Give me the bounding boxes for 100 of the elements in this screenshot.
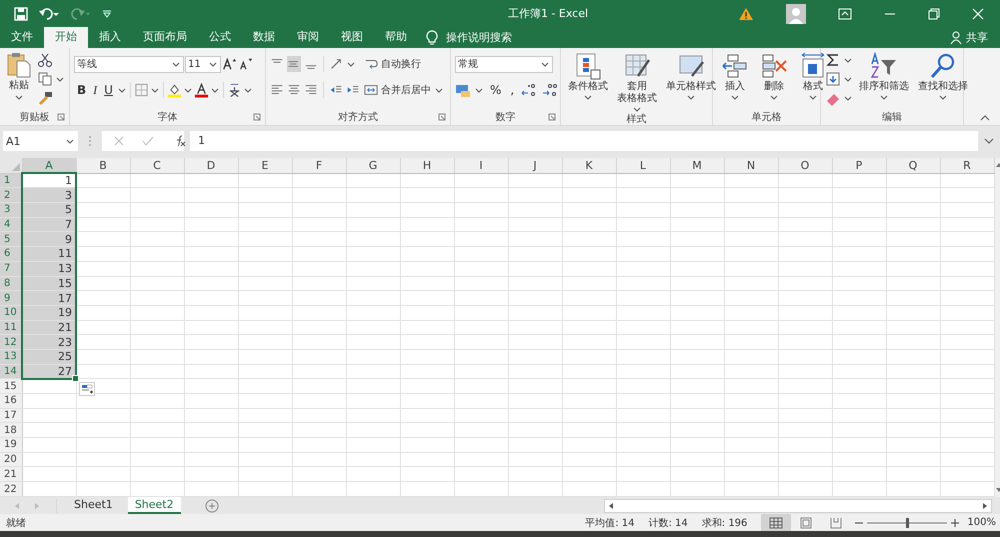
column-header[interactable]: R [940, 158, 994, 174]
name-box[interactable]: A1 [3, 131, 78, 151]
table-cell[interactable]: 19 [22, 305, 76, 320]
undo-icon[interactable] [38, 6, 60, 20]
person-icon[interactable] [950, 30, 962, 44]
ribbon-tab[interactable]: 插入 [88, 27, 132, 48]
row-header[interactable]: 14 [0, 364, 22, 379]
clipboard-icon[interactable] [6, 52, 32, 78]
autosum-icon[interactable] [825, 52, 841, 68]
caret-icon[interactable] [15, 94, 23, 100]
table-cell[interactable]: 5 [22, 202, 76, 218]
caret-icon[interactable] [150, 87, 159, 93]
caret-icon[interactable] [880, 94, 888, 100]
italic-button[interactable]: I [90, 82, 100, 98]
format-painter-icon[interactable] [37, 90, 53, 106]
table-cell[interactable]: 25 [22, 349, 76, 364]
accounting-format-icon[interactable] [455, 82, 471, 98]
ribbon-tab[interactable]: 数据 [242, 27, 286, 48]
caret-icon[interactable] [118, 87, 126, 93]
column-header[interactable]: I [454, 158, 508, 174]
row-header[interactable]: 4 [0, 217, 22, 232]
scroll-right-icon[interactable] [982, 502, 988, 510]
column-header[interactable]: H [400, 158, 454, 174]
ribbon-button[interactable]: 套用 表格格式 [617, 81, 657, 105]
row-header[interactable]: 9 [0, 290, 22, 306]
row-header[interactable]: 18 [0, 422, 22, 438]
column-header[interactable]: M [670, 158, 724, 174]
column-header[interactable]: O [778, 158, 832, 174]
table-cell[interactable]: 7 [22, 217, 76, 232]
row-header[interactable]: 3 [0, 202, 22, 218]
ribbon-tab[interactable]: 页面布局 [132, 27, 198, 48]
caret-icon[interactable] [66, 138, 74, 144]
decrease-decimal-icon[interactable] [541, 82, 560, 98]
copy-icon[interactable] [37, 71, 53, 87]
expand-icon[interactable] [984, 138, 994, 144]
table-cell[interactable]: 21 [22, 320, 76, 335]
number-format-dropdown[interactable]: 常规 [455, 56, 553, 72]
ribbon-tab[interactable]: 审阅 [286, 27, 330, 48]
table-cell[interactable]: 3 [22, 188, 76, 203]
ribbon-button[interactable]: 单元格样式 [666, 81, 716, 93]
caret-icon[interactable] [770, 94, 778, 100]
merge-cells-icon[interactable] [364, 82, 378, 98]
ribbon-tab[interactable]: 开始 [44, 27, 88, 48]
row-header[interactable]: 8 [0, 276, 22, 291]
caret-icon[interactable] [347, 61, 355, 67]
row-header[interactable]: 21 [0, 466, 22, 482]
caret-icon[interactable] [541, 61, 549, 67]
column-header[interactable]: G [346, 158, 400, 174]
row-header[interactable]: 19 [0, 438, 22, 452]
caret-icon[interactable] [844, 57, 852, 63]
fill-color-icon[interactable] [166, 82, 182, 98]
table-cell[interactable]: 11 [22, 246, 76, 262]
row-header[interactable]: 2 [0, 188, 22, 203]
ribbon-button[interactable]: 查找和选择 [918, 81, 968, 93]
customize-icon[interactable] [102, 8, 112, 18]
table-cell[interactable]: 1 [22, 173, 76, 188]
cut-icon[interactable] [37, 52, 53, 68]
row-header[interactable]: 12 [0, 334, 22, 350]
dialog-launcher-icon[interactable] [253, 113, 261, 121]
user-avatar-icon[interactable] [786, 4, 806, 24]
quick-analysis-icon[interactable] [79, 382, 95, 396]
caret-icon[interactable] [210, 87, 219, 93]
table-cell[interactable]: 17 [22, 290, 76, 306]
close-icon[interactable] [972, 8, 984, 20]
increase-font-icon[interactable] [222, 56, 237, 72]
column-header[interactable]: K [562, 158, 616, 174]
caret-icon[interactable] [844, 76, 852, 82]
ribbon-display-icon[interactable] [838, 8, 852, 20]
ribbon-button[interactable]: 删除 [764, 81, 784, 93]
decrease-font-icon[interactable] [238, 56, 253, 72]
caret-icon[interactable] [633, 106, 641, 112]
row-header[interactable]: 11 [0, 320, 22, 335]
caret-icon[interactable] [844, 95, 852, 101]
row-header[interactable]: 1 [0, 173, 22, 188]
ribbon-tab[interactable]: 视图 [330, 27, 374, 48]
ribbon-tab[interactable]: 帮助 [374, 27, 418, 48]
comma-button[interactable]: , [507, 83, 518, 97]
view-button[interactable] [761, 514, 792, 531]
horizontal-scrollbar[interactable] [604, 498, 992, 512]
row-header[interactable]: 22 [0, 482, 22, 496]
fill-handle[interactable] [72, 374, 79, 382]
row-header[interactable]: 10 [0, 305, 22, 320]
wrap-text-button[interactable]: 自动换行 [364, 52, 444, 76]
caret-icon[interactable] [809, 94, 817, 100]
percent-button[interactable]: % [487, 83, 504, 97]
caret-icon[interactable] [584, 94, 592, 100]
align-middle-icon[interactable] [287, 56, 301, 72]
ribbon-button[interactable]: 插入 [725, 81, 745, 93]
column-header[interactable]: Q [886, 158, 940, 174]
fill-down-icon[interactable] [825, 71, 841, 87]
column-header[interactable]: F [292, 158, 346, 174]
column-header[interactable]: E [238, 158, 292, 174]
tell-me-search[interactable]: 操作说明搜索 [446, 30, 512, 45]
column-header[interactable]: N [724, 158, 778, 174]
font-color-icon[interactable] [194, 82, 209, 98]
row-header[interactable]: 5 [0, 232, 22, 247]
row-header[interactable]: 17 [0, 408, 22, 423]
caret-icon[interactable] [435, 87, 443, 93]
restore-icon[interactable] [928, 8, 940, 20]
ribbon-tab[interactable]: 文件 [0, 27, 44, 48]
